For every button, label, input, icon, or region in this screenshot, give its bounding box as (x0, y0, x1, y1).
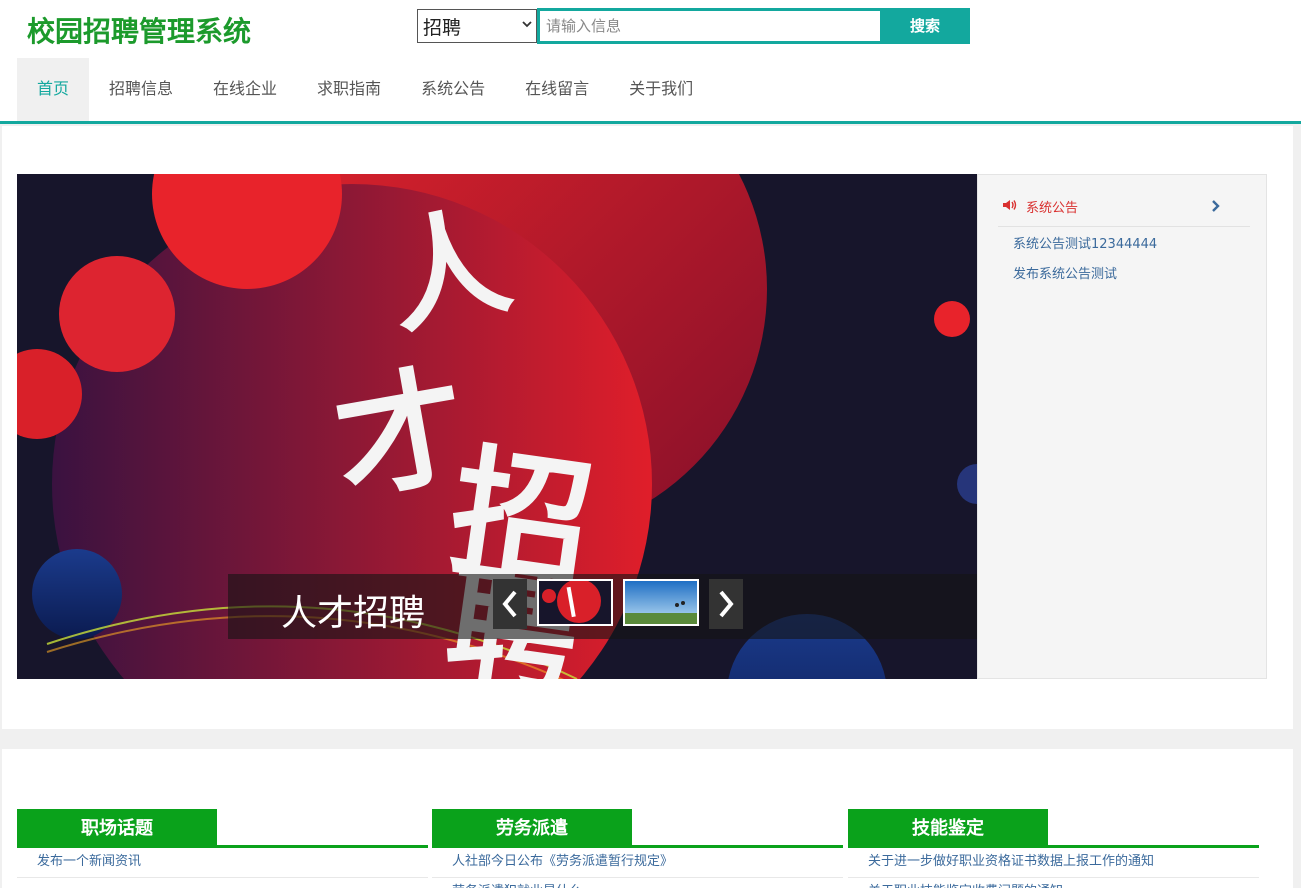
main-nav: 首页 招聘信息 在线企业 求职指南 系统公告 在线留言 关于我们 (0, 58, 1301, 124)
carousel-prev-button[interactable] (493, 579, 527, 629)
notice-panel: 系统公告 系统公告测试12344444 发布系统公告测试 (977, 174, 1267, 679)
search-input[interactable]: 请输入信息 (537, 8, 883, 44)
nav-item-about[interactable]: 关于我们 (609, 58, 713, 121)
notice-title[interactable]: 系统公告 (1026, 197, 1078, 216)
header: 校园招聘管理系统 招聘 请输入信息 搜索 (0, 0, 1301, 58)
news-column-dispatch: 劳务派遣 人社部今日公布《劳务派遣暂行规定》 劳务派遣犯就业是什么 (432, 809, 843, 888)
carousel-caption: 人才招聘 (281, 593, 426, 634)
notice-divider (998, 226, 1250, 227)
search-category-select[interactable]: 招聘 (417, 9, 537, 43)
chevron-down-icon (522, 21, 532, 28)
notice-link[interactable]: 发布系统公告测试 (1013, 263, 1117, 282)
carousel-thumb-2[interactable] (623, 579, 699, 626)
thumb-image-sky (625, 581, 697, 624)
banner-carousel[interactable]: 人 才 招 聘 人才招聘 (17, 174, 977, 679)
list-item[interactable]: 关于职业技能鉴定收费问题的通知 (848, 878, 1259, 888)
list-item[interactable]: 发布一个新闻资讯 (17, 848, 428, 878)
chevron-right-icon[interactable] (1210, 199, 1222, 213)
speaker-icon (1003, 200, 1017, 210)
list-item[interactable] (17, 878, 428, 888)
news-section: 职场话题 发布一个新闻资讯 劳务派遣 人社部今日公布《劳务派遣暂行规定》 劳务派… (2, 749, 1293, 888)
news-column-career: 职场话题 发布一个新闻资讯 (17, 809, 428, 888)
column-title[interactable]: 劳务派遣 (432, 809, 632, 847)
main-panel: 人 才 招 聘 人才招聘 (2, 126, 1293, 729)
column-title[interactable]: 技能鉴定 (848, 809, 1048, 847)
carousel-thumb-1[interactable] (537, 579, 613, 626)
search-button[interactable]: 搜索 (880, 8, 970, 44)
chevron-left-icon (502, 590, 517, 618)
nav-item-announcements[interactable]: 系统公告 (401, 58, 505, 121)
nav-item-companies[interactable]: 在线企业 (193, 58, 297, 121)
nav-item-jobs[interactable]: 招聘信息 (89, 58, 193, 121)
notice-link[interactable]: 系统公告测试12344444 (1013, 233, 1157, 252)
site-logo[interactable]: 校园招聘管理系统 (27, 10, 251, 50)
search-category-value: 招聘 (423, 16, 462, 39)
list-item[interactable]: 关于进一步做好职业资格证书数据上报工作的通知 (848, 848, 1259, 878)
column-title[interactable]: 职场话题 (17, 809, 217, 847)
nav-item-guide[interactable]: 求职指南 (297, 58, 401, 121)
thumb-image-talent (539, 581, 611, 624)
nav-item-home[interactable]: 首页 (17, 58, 90, 121)
news-column-skills: 技能鉴定 关于进一步做好职业资格证书数据上报工作的通知 关于职业技能鉴定收费问题… (848, 809, 1259, 888)
chevron-right-icon (719, 590, 734, 618)
carousel-next-button[interactable] (709, 579, 743, 629)
nav-item-messages[interactable]: 在线留言 (505, 58, 609, 121)
list-item[interactable]: 劳务派遣犯就业是什么 (432, 878, 843, 888)
list-item[interactable]: 人社部今日公布《劳务派遣暂行规定》 (432, 848, 843, 878)
